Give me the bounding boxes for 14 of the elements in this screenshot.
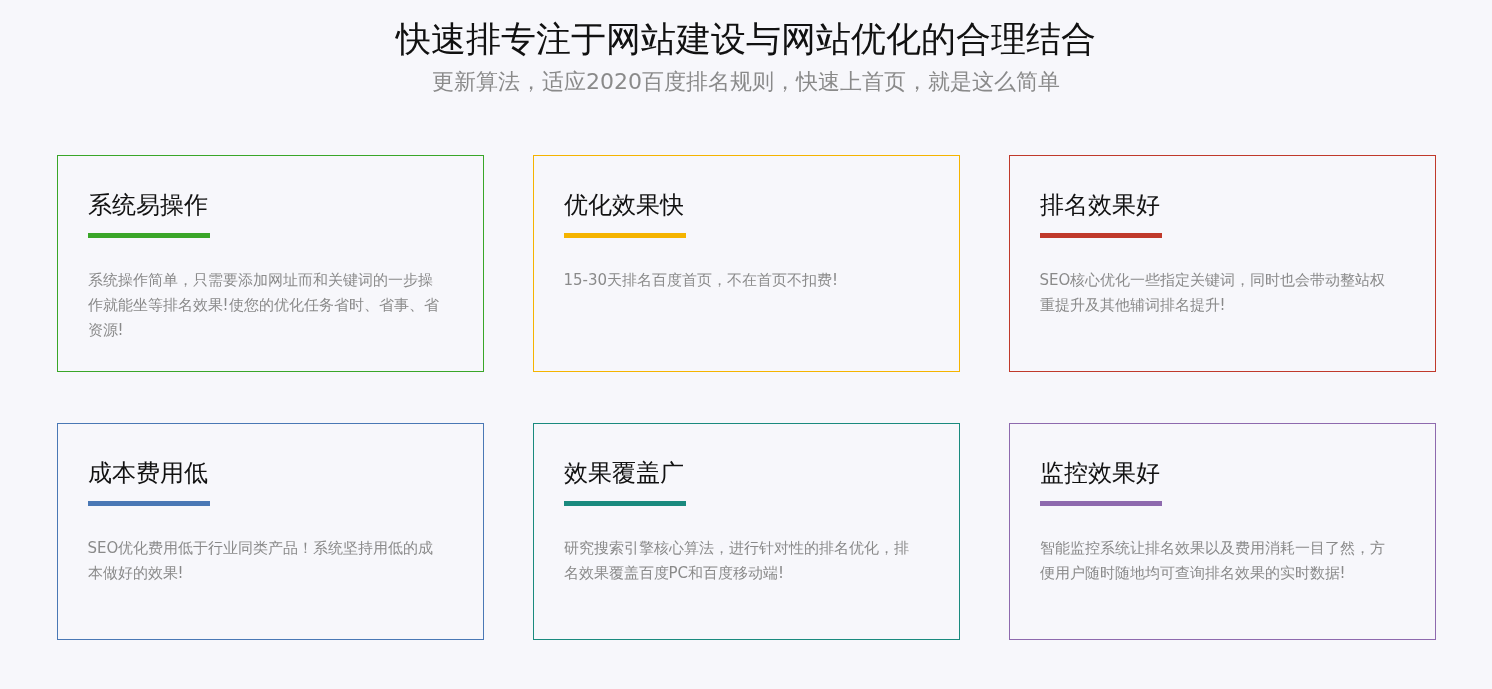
card-title: 优化效果快: [563, 190, 685, 220]
card-title: 监控效果好: [1039, 458, 1161, 488]
card-title: 系统易操作: [87, 190, 209, 220]
card-description: 智能监控系统让排名效果以及费用消耗一目了然，方便用户随时随地均可查询排名效果的实时数据!: [1039, 538, 1386, 584]
card-description: 系统操作简单，只需要添加网址而和关键词的一步操作就能坐等排名效果!使您的优化任务省时、省事、省资源!: [87, 270, 440, 341]
page-title: 快速排专注于网站建设与网站优化的合理结合: [396, 18, 1096, 61]
card-description: 研究搜索引擎核心算法，进行针对性的排名优化，排名效果覆盖百度PC和百度移动端!: [563, 538, 910, 584]
card-description: SEO核心优化一些指定关键词，同时也会带动整站权重提升及其他辅词排名提升!: [1039, 270, 1387, 316]
card-title: 效果覆盖广: [563, 458, 685, 488]
card-description: 15-30天排名百度首页，不在首页不扣费!: [563, 270, 840, 291]
card-description: SEO优化费用低于行业同类产品！系统坚持用低的成本做好的效果!: [87, 538, 435, 584]
card-title: 排名效果好: [1039, 190, 1161, 220]
card-title: 成本费用低: [87, 458, 209, 488]
page-subtitle: 更新算法，适应2020百度排名规则，快速上首页，就是这么简单: [432, 68, 1060, 96]
